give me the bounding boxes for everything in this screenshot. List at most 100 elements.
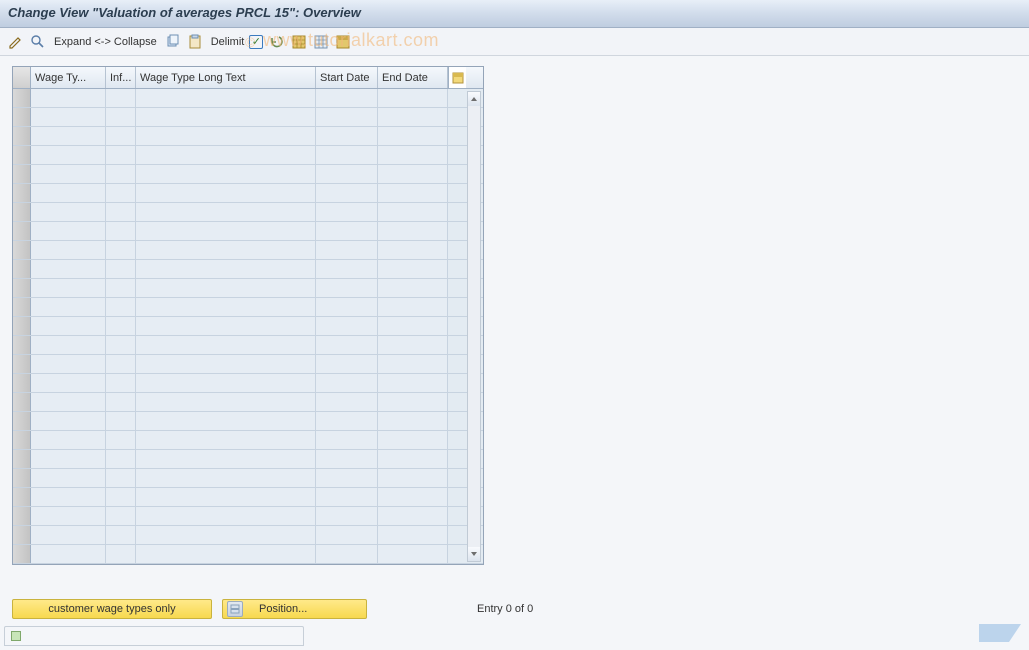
cell-end-date[interactable] [378,526,448,544]
row-selector[interactable] [13,279,31,297]
scroll-down-icon[interactable] [468,547,480,561]
cell-wage-type[interactable] [31,317,106,335]
cell-long-text[interactable] [136,526,316,544]
cell-end-date[interactable] [378,488,448,506]
cell-long-text[interactable] [136,393,316,411]
cell-long-text[interactable] [136,355,316,373]
row-selector[interactable] [13,469,31,487]
cell-long-text[interactable] [136,279,316,297]
cell-wage-type[interactable] [31,108,106,126]
cell-end-date[interactable] [378,450,448,468]
table-row[interactable] [13,488,483,507]
row-selector[interactable] [13,450,31,468]
select-all-column[interactable] [13,67,31,88]
table-row[interactable] [13,165,483,184]
cell-end-date[interactable] [378,89,448,107]
scroll-up-icon[interactable] [468,92,480,106]
cell-infotype[interactable] [106,336,136,354]
cell-long-text[interactable] [136,431,316,449]
row-selector[interactable] [13,355,31,373]
select-all-icon[interactable] [291,34,307,50]
cell-infotype[interactable] [106,165,136,183]
cell-start-date[interactable] [316,279,378,297]
row-selector[interactable] [13,89,31,107]
cell-start-date[interactable] [316,203,378,221]
cell-start-date[interactable] [316,450,378,468]
cell-end-date[interactable] [378,317,448,335]
row-selector[interactable] [13,165,31,183]
cell-start-date[interactable] [316,431,378,449]
table-row[interactable] [13,431,483,450]
cell-infotype[interactable] [106,279,136,297]
table-row[interactable] [13,127,483,146]
cell-long-text[interactable] [136,469,316,487]
copy-icon[interactable] [165,34,181,50]
cell-end-date[interactable] [378,507,448,525]
cell-infotype[interactable] [106,393,136,411]
cell-long-text[interactable] [136,184,316,202]
row-selector[interactable] [13,545,31,563]
table-row[interactable] [13,507,483,526]
cell-infotype[interactable] [106,412,136,430]
row-selector[interactable] [13,412,31,430]
cell-end-date[interactable] [378,545,448,563]
vertical-scrollbar[interactable] [467,91,481,562]
cell-start-date[interactable] [316,374,378,392]
table-row[interactable] [13,222,483,241]
cell-wage-type[interactable] [31,545,106,563]
customer-wage-types-button[interactable]: customer wage types only [12,599,212,619]
column-wage-type-long-text[interactable]: Wage Type Long Text [136,67,316,88]
cell-infotype[interactable] [106,431,136,449]
cell-wage-type[interactable] [31,450,106,468]
cell-infotype[interactable] [106,241,136,259]
cell-wage-type[interactable] [31,507,106,525]
table-row[interactable] [13,89,483,108]
cell-infotype[interactable] [106,545,136,563]
cell-start-date[interactable] [316,507,378,525]
row-selector[interactable] [13,146,31,164]
cell-wage-type[interactable] [31,222,106,240]
column-infotype[interactable]: Inf... [106,67,136,88]
row-selector[interactable] [13,526,31,544]
cell-end-date[interactable] [378,241,448,259]
cell-long-text[interactable] [136,412,316,430]
table-row[interactable] [13,260,483,279]
table-row[interactable] [13,279,483,298]
table-row[interactable] [13,450,483,469]
column-end-date[interactable]: End Date [378,67,448,88]
row-selector[interactable] [13,108,31,126]
cell-start-date[interactable] [316,222,378,240]
cell-end-date[interactable] [378,298,448,316]
cell-end-date[interactable] [378,146,448,164]
cell-long-text[interactable] [136,165,316,183]
cell-start-date[interactable] [316,260,378,278]
table-row[interactable] [13,184,483,203]
cell-start-date[interactable] [316,127,378,145]
cell-long-text[interactable] [136,545,316,563]
row-selector[interactable] [13,317,31,335]
cell-start-date[interactable] [316,488,378,506]
cell-infotype[interactable] [106,526,136,544]
cell-long-text[interactable] [136,222,316,240]
cell-end-date[interactable] [378,222,448,240]
cell-infotype[interactable] [106,355,136,373]
cell-infotype[interactable] [106,469,136,487]
cell-infotype[interactable] [106,507,136,525]
cell-long-text[interactable] [136,488,316,506]
table-row[interactable] [13,146,483,165]
cell-start-date[interactable] [316,184,378,202]
table-row[interactable] [13,355,483,374]
cell-long-text[interactable] [136,507,316,525]
status-bar-tab[interactable] [4,626,304,646]
table-settings-icon[interactable] [335,34,351,50]
cell-end-date[interactable] [378,412,448,430]
row-selector[interactable] [13,203,31,221]
cell-start-date[interactable] [316,108,378,126]
cell-end-date[interactable] [378,355,448,373]
delimit-button[interactable]: Delimit [209,35,264,49]
row-selector[interactable] [13,260,31,278]
position-button[interactable]: Position... [222,599,367,619]
cell-wage-type[interactable] [31,298,106,316]
table-row[interactable] [13,108,483,127]
cell-start-date[interactable] [316,89,378,107]
